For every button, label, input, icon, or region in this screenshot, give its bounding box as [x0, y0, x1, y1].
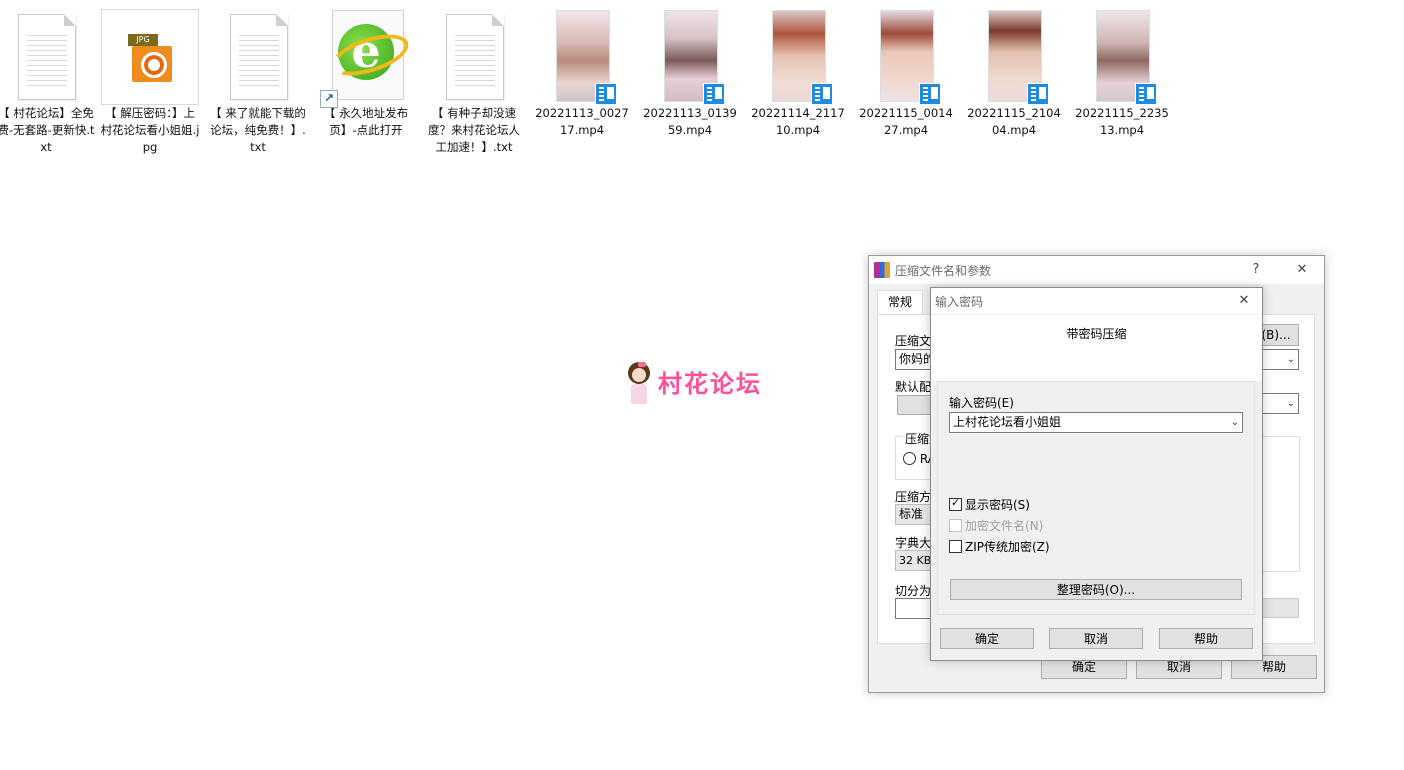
text-file-icon: [0, 10, 94, 104]
compression-method-label: 压缩方: [895, 490, 932, 504]
checkbox-icon: [949, 519, 962, 532]
video-file-icon: [1027, 83, 1049, 105]
winrar-icon: [874, 262, 890, 278]
file-url-shortcut[interactable]: e ↗ 【 永久地址发布页】-点此打开: [316, 10, 416, 139]
password-ok-button[interactable]: 确定: [940, 628, 1034, 649]
password-dialog-header: 带密码压缩: [931, 315, 1262, 381]
archive-dialog-titlebar: 压缩文件名和参数 ? ✕: [869, 256, 1324, 284]
file-mp4-5[interactable]: 20221115_210404.mp4: [964, 10, 1064, 139]
enter-password-label: 输入密码(E): [949, 396, 1014, 410]
encrypt-file-names-label: 加密文件名(N): [965, 519, 1044, 533]
show-password-label: 显示密码(S): [965, 498, 1030, 512]
dictionary-size-value: 32 KB: [899, 554, 932, 567]
video-file-icon: [919, 83, 941, 105]
file-label: 【 村花论坛】全免费-无套路-更新快.txt: [0, 106, 95, 154]
video-thumbnail: [1074, 10, 1170, 105]
password-dialog-title: 输入密码: [935, 295, 984, 309]
compression-method-combo[interactable]: 标准: [895, 504, 935, 525]
chevron-down-icon: ⌄: [1286, 354, 1295, 365]
file-mp4-6[interactable]: 20221115_223513.mp4: [1072, 10, 1172, 139]
file-label: 20221113_013959.mp4: [643, 106, 737, 137]
file-label: 【 来了就能下载的论坛，纯免费！】.txt: [210, 106, 306, 154]
dictionary-size-combo[interactable]: 32 KB: [895, 550, 935, 571]
image-file-icon: JPG: [101, 9, 199, 105]
file-label: 【 解压密码：】上村花论坛看小姐姐.jpg: [100, 106, 200, 154]
video-thumbnail: [858, 10, 954, 105]
checkbox-icon: ✓: [949, 496, 962, 511]
video-file-icon: [811, 83, 833, 105]
tab-general[interactable]: 常规: [877, 290, 923, 315]
file-label: 20221114_211710.mp4: [751, 106, 845, 137]
file-label: 【 有种子却没速度？来村花论坛人工加速！】.txt: [428, 106, 520, 154]
file-txt-1[interactable]: 【 村花论坛】全免费-无套路-更新快.txt: [0, 10, 96, 156]
password-combo[interactable]: 上村花论坛看小姐姐 ⌄: [949, 412, 1243, 433]
internet-explorer-icon: e ↗: [318, 10, 414, 108]
watermark-text: 村花论坛: [658, 370, 762, 398]
password-value: 上村花论坛看小姐姐: [953, 415, 1062, 429]
close-icon[interactable]: ✕: [1288, 260, 1316, 280]
compression-method-value: 标准: [899, 507, 924, 521]
checkmark-icon: ✓: [951, 496, 961, 509]
chevron-down-icon: ⌄: [1230, 417, 1239, 428]
file-mp4-2[interactable]: 20221113_013959.mp4: [640, 10, 740, 139]
file-jpg[interactable]: JPG 【 解压密码：】上村花论坛看小姐姐.jpg: [100, 9, 200, 156]
archive-dialog-title: 压缩文件名和参数: [895, 264, 992, 278]
password-dialog: 输入密码 ✕ 带密码压缩 输入密码(E) 上村花论坛看小姐姐 ⌄ ✓ 显示密码(S…: [930, 287, 1263, 661]
file-label: 20221113_002717.mp4: [535, 106, 629, 137]
text-file-icon: [210, 10, 306, 104]
video-file-icon: [703, 83, 725, 105]
cartoon-girl-icon: [624, 362, 654, 410]
file-mp4-3[interactable]: 20221114_211710.mp4: [748, 10, 848, 139]
zip-legacy-encryption-checkbox[interactable]: ZIP传统加密(Z): [949, 538, 1050, 555]
video-file-icon: [1135, 83, 1157, 105]
file-txt-3[interactable]: 【 有种子却没速度？来村花论坛人工加速！】.txt: [424, 10, 524, 156]
encrypt-file-names-checkbox[interactable]: 加密文件名(N): [949, 517, 1043, 534]
chevron-down-icon: ⌄: [1286, 398, 1295, 409]
close-icon[interactable]: ✕: [1230, 291, 1258, 311]
profile-label: 默认配: [895, 380, 932, 394]
file-txt-2[interactable]: 【 来了就能下载的论坛，纯免费！】.txt: [208, 10, 308, 156]
zip-legacy-encryption-label: ZIP传统加密(Z): [965, 540, 1050, 554]
password-cancel-button[interactable]: 取消: [1049, 628, 1143, 649]
show-password-checkbox[interactable]: ✓ 显示密码(S): [949, 496, 1030, 513]
archive-name-label: 压缩文: [895, 334, 932, 348]
radio-icon: [903, 452, 916, 465]
video-thumbnail: [642, 10, 738, 105]
organize-passwords-button[interactable]: 整理密码(O)...: [950, 579, 1242, 600]
split-volume-field[interactable]: [895, 598, 935, 619]
file-mp4-1[interactable]: 20221113_002717.mp4: [532, 10, 632, 139]
file-label: 20221115_223513.mp4: [1075, 106, 1169, 137]
file-label: 【 永久地址发布页】-点此打开: [323, 106, 409, 137]
password-dialog-titlebar: 输入密码 ✕: [931, 288, 1262, 314]
video-thumbnail: [750, 10, 846, 105]
watermark-logo: 村花论坛: [624, 360, 794, 412]
file-mp4-4[interactable]: 20221115_001427.mp4: [856, 10, 956, 139]
text-file-icon: [426, 10, 522, 104]
checkbox-icon: [949, 540, 962, 553]
help-icon[interactable]: ?: [1242, 260, 1270, 280]
password-dialog-heading: 带密码压缩: [1066, 327, 1127, 341]
password-help-button[interactable]: 帮助: [1159, 628, 1253, 649]
video-thumbnail: [534, 10, 630, 105]
file-label: 20221115_001427.mp4: [859, 106, 953, 137]
split-volume-label: 切分为: [895, 584, 932, 598]
dictionary-size-label: 字典大: [895, 536, 932, 550]
shortcut-arrow-icon: ↗: [320, 90, 338, 108]
file-label: 20221115_210404.mp4: [967, 106, 1061, 137]
video-thumbnail: [966, 10, 1062, 105]
video-file-icon: [595, 83, 617, 105]
